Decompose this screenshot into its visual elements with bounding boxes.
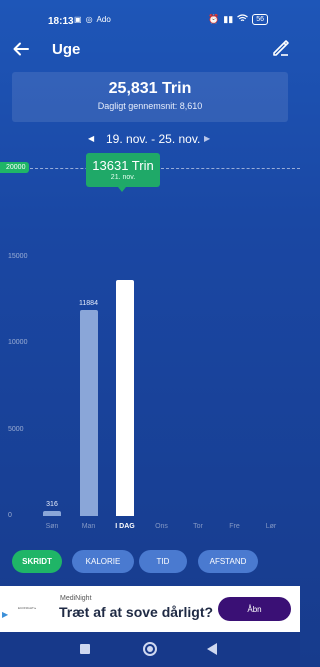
goal-line [30,168,300,169]
home-icon[interactable] [143,642,157,656]
y-tick-label: 5000 [8,425,24,433]
app-toolbar: Uge [0,36,300,62]
wifi-icon [237,14,249,25]
daily-average-value: 8,610 [179,101,203,111]
y-tick-label: 10000 [8,339,28,346]
ad-sponsor: MediNight [60,595,92,602]
system-nav-bar [0,632,300,667]
y-tick-label: 0 [8,512,12,519]
ad-banner[interactable]: ▶ ECONIGHT ▸ MediNight Træt af at sove d… [0,586,300,632]
status-bar: 18:13 ▣ ◎ Ado ⏰ ▮▮ 56 [0,0,300,38]
next-week-button[interactable]: ▶ [204,134,210,143]
bar-value-label: 316 [46,500,58,508]
play-triangle-icon[interactable]: ▶ [2,610,8,619]
daily-average-label: Dagligt gennemsnit: [97,101,178,111]
x-tick-label[interactable]: Man [74,523,104,530]
x-tick-label[interactable]: Fre [220,523,250,530]
date-range-selector: ◀ 19. nov. - 25. nov. ▶ [0,132,300,148]
weekly-summary-card: 25,831 Trin Dagligt gennemsnit: 8,610 [12,72,288,122]
x-tick-label[interactable]: I DAG [110,523,140,530]
x-tick-label[interactable]: Lør [256,523,286,530]
daily-average: Dagligt gennemsnit: 8,610 [12,101,288,111]
x-tick-label[interactable]: Søn [37,523,67,530]
ad-open-button[interactable]: Åbn [218,597,291,621]
chart-bar[interactable] [43,510,61,516]
pencil-icon [273,40,289,56]
tab-afstand[interactable]: AFSTAND [198,550,258,573]
back-button[interactable] [10,38,32,60]
ad-headline[interactable]: Træt af at sove dårligt? [59,604,213,620]
page-title: Uge [52,41,81,58]
date-range-label: 19. nov. - 25. nov. [106,132,201,146]
edit-button[interactable] [272,39,292,59]
battery-indicator: 56 [252,14,268,25]
selected-day-tooltip: 13631 Trin 21. nov. [86,153,160,187]
tooltip-value: 13631 Trin [92,158,154,173]
metric-tabs: SKRIDT KALORIE TID AFSTAND [0,550,300,574]
chart-bar[interactable] [79,310,98,516]
tab-tid[interactable]: TID [139,550,187,573]
ad-brand-mark: ECONIGHT ▸ [18,606,37,610]
x-tick-label[interactable]: Tor [183,523,213,530]
back-triangle-icon[interactable] [207,643,217,655]
bar-value-label: 11884 [79,300,98,308]
previous-week-button[interactable]: ◀ [88,134,94,143]
x-tick-label[interactable]: Ons [147,523,177,530]
status-time: 18:13 [48,16,74,27]
tab-skridt[interactable]: SKRIDT [12,550,62,573]
y-tick-label: 15000 [8,252,28,260]
arrow-left-icon [13,42,29,56]
signal-icon: ▮▮ [223,14,234,24]
weekly-total: 25,831 Trin [108,80,192,97]
goal-tag: 20000 [0,162,30,173]
status-badge: Ado [96,15,111,24]
tab-kalorie[interactable]: KALORIE [72,550,134,573]
instagram-icon: ◎ [85,15,93,24]
steps-bar-chart: 0 5000 10000 15000 316 Søn 11884 Man I DAG Ons Tor… [0,190,300,536]
notification-icon: ▣ [74,15,82,24]
status-right-icons: ⏰ ▮▮ 56 [208,14,268,25]
chart-bar[interactable] [116,280,134,516]
tooltip-date: 21. nov. [110,174,136,181]
status-left-icons: ▣ ◎ Ado [74,15,111,24]
recent-apps-icon[interactable] [80,644,90,654]
alarm-icon: ⏰ [208,14,220,24]
